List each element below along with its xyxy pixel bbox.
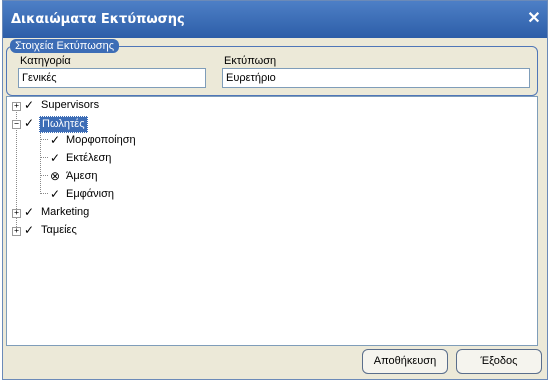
check-icon: ✓: [50, 151, 61, 165]
tree-item-marketing[interactable]: Marketing: [41, 205, 89, 220]
tree-connector-h: [40, 175, 48, 176]
exit-button[interactable]: Έξοδος: [456, 349, 542, 374]
save-button[interactable]: Αποθήκευση: [362, 349, 448, 374]
expand-icon[interactable]: +: [12, 227, 21, 236]
tree-item-supervisors[interactable]: Supervisors: [41, 98, 99, 113]
check-icon: ✓: [24, 116, 35, 130]
close-icon[interactable]: ✕: [525, 10, 543, 28]
check-icon: ✓: [24, 223, 35, 237]
print-label: Εκτύπωση: [224, 55, 277, 67]
check-icon: ✓: [24, 205, 35, 219]
tree-connector-h: [40, 193, 48, 194]
check-icon: ✓: [50, 187, 61, 201]
tree-connector-sales: [40, 132, 41, 194]
title-bar[interactable]: Δικαιώματα Εκτύπωσης ✕: [3, 1, 547, 38]
tree-item-cashiers[interactable]: Ταμείες: [41, 223, 77, 238]
window-title: Δικαιώματα Εκτύπωσης: [11, 12, 185, 27]
group-legend: Στοιχεία Εκτύπωσης: [10, 39, 119, 53]
collapse-icon[interactable]: −: [12, 120, 21, 129]
check-icon: ✓: [24, 98, 35, 112]
tree-connector-h: [40, 157, 48, 158]
category-field[interactable]: [18, 68, 206, 88]
expand-icon[interactable]: +: [12, 102, 21, 111]
tree-item-sales[interactable]: Πωλητές: [39, 116, 88, 133]
tree-item-execute[interactable]: Εκτέλεση: [66, 151, 111, 166]
denied-icon: ⊗: [50, 169, 61, 183]
permissions-tree[interactable]: + ✓ Supervisors − ✓ Πωλητές ✓ Μορφοποίησ…: [6, 96, 538, 346]
tree-item-display[interactable]: Εμφάνιση: [66, 187, 114, 202]
expand-icon[interactable]: +: [12, 209, 21, 218]
category-label: Κατηγορία: [20, 55, 71, 67]
tree-connector-h: [40, 139, 48, 140]
check-icon: ✓: [50, 133, 61, 147]
tree-item-format[interactable]: Μορφοποίηση: [66, 133, 136, 148]
tree-item-direct[interactable]: Άμεση: [66, 169, 98, 184]
print-field[interactable]: [222, 68, 530, 88]
